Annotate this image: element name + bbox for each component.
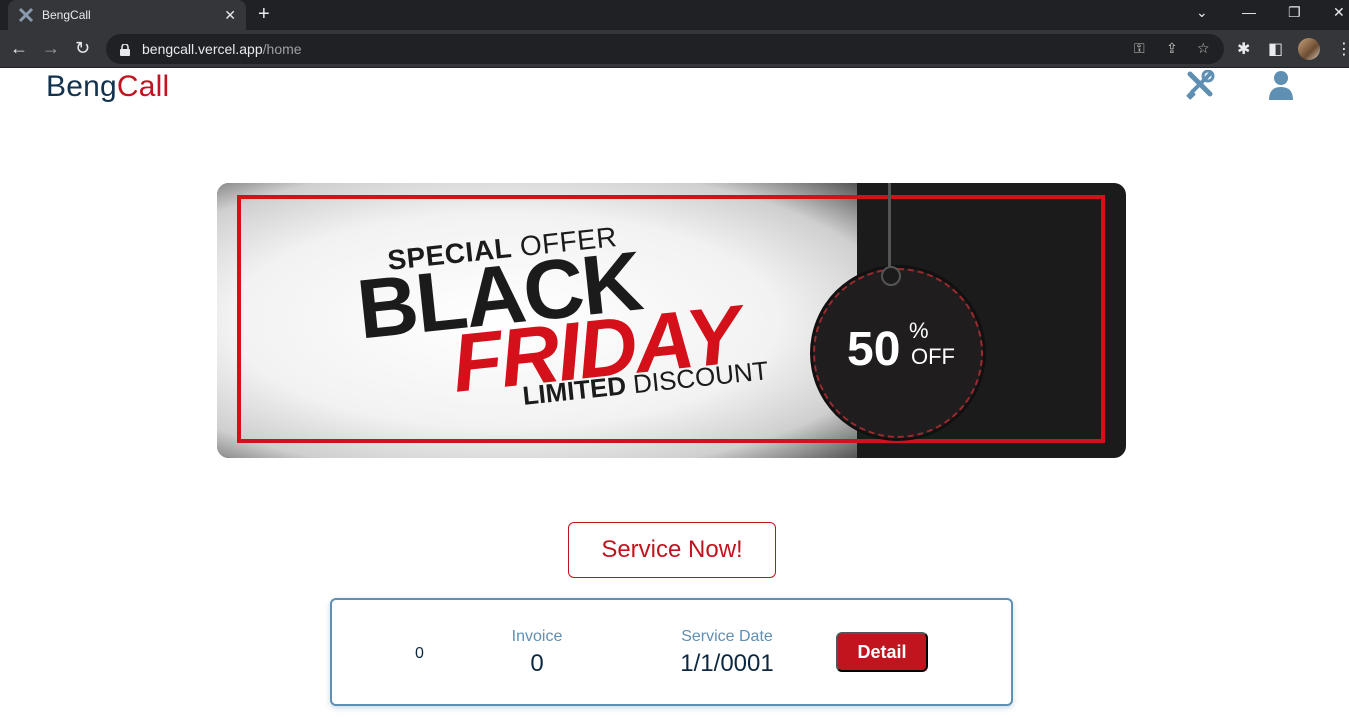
window-close-icon[interactable]: ✕ xyxy=(1333,4,1345,21)
promo-banner[interactable]: SPECIAL OFFER BLACK FRIDAY LIMITED DISCO… xyxy=(217,183,1126,458)
page-content: BengCall SPECIAL OFFER BLACK FRIDAY LIMI… xyxy=(0,68,1349,723)
tag-string xyxy=(888,183,891,270)
reload-icon[interactable]: ↻ xyxy=(75,39,90,57)
service-card: 0 Invoice 0 Service Date 1/1/0001 Detail xyxy=(330,598,1013,706)
service-date-column: Service Date 1/1/0001 xyxy=(662,628,792,678)
lock-icon xyxy=(120,43,130,56)
service-index: 0 xyxy=(415,645,424,662)
service-date-value: 1/1/0001 xyxy=(680,650,774,677)
discount-tag: 50 % OFF xyxy=(813,183,983,438)
side-panel-icon[interactable]: ◧ xyxy=(1268,39,1283,59)
tab-title: BengCall xyxy=(42,8,91,22)
detail-button[interactable]: Detail xyxy=(836,632,928,672)
brand-logo[interactable]: BengCall xyxy=(46,70,169,104)
invoice-label: Invoice xyxy=(511,628,563,645)
tag-hole xyxy=(881,266,901,286)
discount-value: 50 xyxy=(847,323,901,376)
service-now-button[interactable]: Service Now! xyxy=(568,522,776,578)
tab-search-icon[interactable]: ⌄ xyxy=(1196,4,1208,21)
restore-icon[interactable]: ❐ xyxy=(1288,4,1301,21)
discount-percent-sign: % xyxy=(909,318,929,343)
brand-logo-part2: Call xyxy=(116,70,170,103)
discount-off: OFF xyxy=(911,344,955,369)
profile-avatar[interactable] xyxy=(1298,38,1320,60)
new-tab-button[interactable]: + xyxy=(258,3,270,26)
browser-tab-strip: BengCall ✕ + ⌄ — ❐ ✕ xyxy=(0,0,1349,30)
brand-logo-part1: Beng xyxy=(46,70,117,103)
tools-icon[interactable] xyxy=(1184,69,1216,100)
invoice-value: 0 xyxy=(530,650,544,677)
extensions-icon[interactable]: ✱ xyxy=(1237,39,1250,59)
url-host: bengcall.vercel.app xyxy=(142,41,263,57)
forward-icon[interactable]: → xyxy=(42,39,60,57)
browser-menu-icon[interactable]: ⋮ xyxy=(1336,39,1349,59)
address-bar[interactable]: bengcall.vercel.app/home xyxy=(106,34,1224,64)
browser-tab[interactable]: BengCall ✕ xyxy=(8,0,246,30)
key-icon[interactable]: ⚿ xyxy=(1134,40,1145,57)
favicon-icon xyxy=(18,7,34,23)
service-date-label: Service Date xyxy=(681,628,773,645)
tab-close-icon[interactable]: ✕ xyxy=(224,7,236,24)
bookmark-star-icon[interactable]: ☆ xyxy=(1197,40,1210,57)
invoice-column: Invoice 0 xyxy=(502,628,572,678)
url-path: /home xyxy=(262,41,302,57)
user-icon[interactable] xyxy=(1268,70,1294,100)
share-icon[interactable]: ⇪ xyxy=(1166,40,1178,57)
back-icon[interactable]: ← xyxy=(10,39,28,57)
minimize-icon[interactable]: — xyxy=(1242,4,1256,20)
browser-toolbar: ← → ↻ bengcall.vercel.app/home ⚿ ⇪ ☆ ✱ ◧… xyxy=(0,30,1349,68)
